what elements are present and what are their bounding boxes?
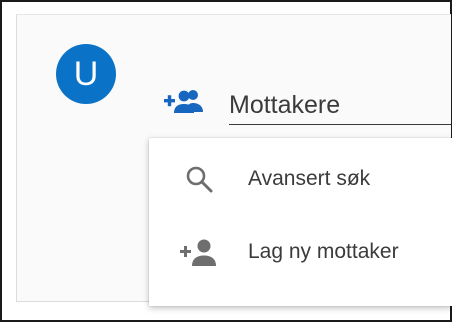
recipient-suggestions-dropdown: Avansert søk Lag ny mottaker xyxy=(149,138,452,306)
search-icon xyxy=(179,164,219,194)
menu-item-create-recipient[interactable]: Lag ny mottaker xyxy=(149,224,452,280)
menu-item-label: Lag ny mottaker xyxy=(248,240,399,263)
avatar[interactable]: U xyxy=(56,44,116,104)
menu-item-label: Avansert søk xyxy=(248,167,371,190)
add-group-icon[interactable] xyxy=(162,88,206,114)
recipients-input[interactable] xyxy=(229,86,451,125)
menu-item-advanced-search[interactable]: Avansert søk xyxy=(149,151,452,207)
avatar-initial: U xyxy=(73,54,99,93)
add-person-icon xyxy=(179,237,219,267)
